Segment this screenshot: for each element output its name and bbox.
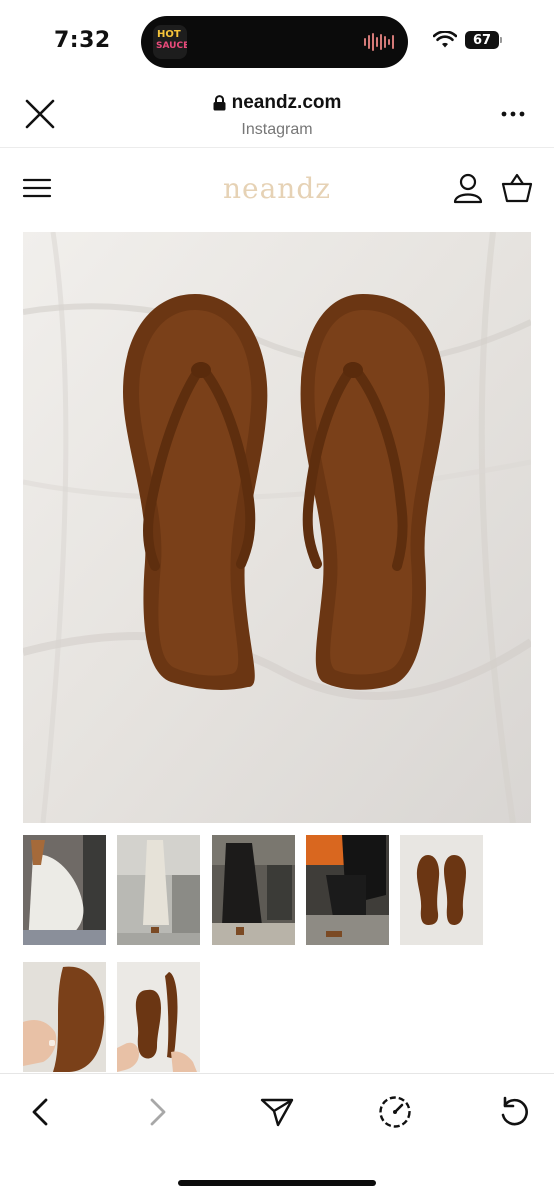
shopping-basket-icon bbox=[501, 173, 533, 203]
dynamic-island: HOT SAUCE bbox=[141, 16, 408, 68]
thumbnail-model-white-skirt bbox=[23, 835, 106, 945]
thumbnail-flip-flops-sheet bbox=[400, 835, 483, 945]
more-dots-icon bbox=[501, 111, 525, 117]
share-button[interactable] bbox=[257, 1092, 297, 1132]
status-time: 7:32 bbox=[54, 28, 111, 53]
account-button[interactable] bbox=[452, 172, 484, 204]
url-domain: neandz.com bbox=[231, 92, 342, 113]
product-thumbnail[interactable] bbox=[400, 835, 483, 945]
now-playing-app-icon: HOT SAUCE bbox=[153, 25, 187, 59]
in-app-browser-bar: neandz.com Instagram bbox=[0, 82, 554, 148]
more-options-button[interactable] bbox=[498, 102, 528, 126]
account-icon bbox=[453, 173, 483, 204]
chevron-right-icon bbox=[150, 1098, 166, 1126]
close-browser-button[interactable] bbox=[22, 96, 58, 132]
thumbnail-model-long-skirt bbox=[117, 835, 200, 945]
product-thumbnail[interactable] bbox=[212, 835, 295, 945]
reload-button[interactable] bbox=[494, 1092, 534, 1132]
thumbnail-model-orange-bag bbox=[306, 835, 389, 945]
url-source-label: Instagram bbox=[241, 121, 313, 138]
home-indicator[interactable] bbox=[178, 1180, 376, 1186]
battery-icon: 67 bbox=[465, 31, 502, 49]
cart-button[interactable] bbox=[500, 171, 534, 205]
forward-button[interactable] bbox=[138, 1092, 178, 1132]
chevron-left-icon bbox=[32, 1098, 48, 1126]
audio-waveform-icon bbox=[364, 32, 394, 52]
wifi-icon bbox=[433, 31, 457, 48]
lock-icon bbox=[213, 95, 226, 111]
product-thumbnail[interactable] bbox=[23, 962, 106, 1072]
browser-toolbar bbox=[0, 1073, 554, 1200]
send-icon bbox=[260, 1098, 294, 1127]
product-thumbnail[interactable] bbox=[117, 962, 200, 1072]
site-header: neandz bbox=[0, 150, 554, 228]
island-app-text-2: SAUCE bbox=[156, 41, 187, 51]
reload-icon bbox=[501, 1096, 528, 1126]
open-in-browser-button[interactable] bbox=[375, 1092, 415, 1132]
product-thumbnail[interactable] bbox=[306, 835, 389, 945]
close-icon bbox=[25, 99, 55, 129]
thumbnail-hand-holding-sole bbox=[23, 962, 106, 1072]
battery-level: 67 bbox=[465, 31, 499, 49]
product-thumbnail[interactable] bbox=[117, 835, 200, 945]
product-photo-flip-flops bbox=[23, 232, 531, 823]
product-main-image[interactable] bbox=[23, 232, 531, 823]
status-icons: 67 bbox=[433, 31, 502, 49]
thumbnail-hand-holding-side bbox=[117, 962, 200, 1072]
product-thumbnail[interactable] bbox=[23, 835, 106, 945]
island-app-text-1: HOT bbox=[157, 29, 181, 40]
url-display[interactable]: neandz.com Instagram bbox=[150, 92, 404, 139]
back-button[interactable] bbox=[20, 1092, 60, 1132]
status-bar: 7:32 HOT SAUCE 67 bbox=[0, 0, 554, 82]
compass-icon bbox=[379, 1096, 411, 1128]
thumbnail-model-black-dress bbox=[212, 835, 295, 945]
